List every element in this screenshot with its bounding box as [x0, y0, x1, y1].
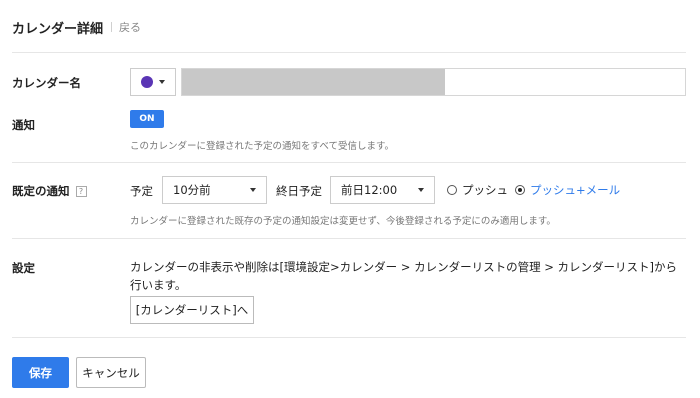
radio-push-mail[interactable]: プッシュ+メール	[515, 182, 620, 198]
back-link[interactable]: 戻る	[119, 19, 141, 35]
calendar-name-input[interactable]	[181, 68, 686, 96]
radio-push-mail-icon	[515, 185, 525, 195]
default-notification-text: 既定の通知	[12, 184, 70, 198]
page-title: カレンダー詳細	[12, 21, 104, 37]
notification-label: 通知	[12, 118, 35, 132]
header-divider	[111, 22, 113, 32]
calendar-name-label: カレンダー名	[12, 76, 81, 90]
divider	[12, 52, 686, 53]
radio-push-label: プッシュ	[462, 183, 508, 197]
allday-notice-value: 前日12:00	[341, 183, 398, 197]
radio-push[interactable]: プッシュ	[447, 182, 508, 198]
radio-push-icon	[447, 185, 457, 195]
default-notification-label: 既定の通知?	[12, 183, 87, 199]
color-picker-button[interactable]	[130, 68, 176, 96]
calendar-name-redacted	[182, 69, 445, 95]
color-swatch-icon	[141, 76, 153, 88]
calendar-list-button[interactable]: [カレンダーリスト]へ	[130, 296, 254, 324]
help-icon[interactable]: ?	[75, 186, 87, 197]
event-notice-value: 10分前	[173, 183, 211, 197]
divider	[12, 238, 686, 239]
caret-down-icon	[159, 80, 165, 84]
settings-description: カレンダーの非表示や削除は[環境設定>カレンダー > カレンダーリストの管理 >…	[130, 260, 677, 292]
divider	[12, 337, 686, 338]
cancel-button[interactable]: キャンセル	[76, 357, 146, 388]
allday-notice-select[interactable]: 前日12:00	[330, 176, 435, 204]
chevron-down-icon	[250, 188, 256, 192]
chevron-down-icon	[418, 188, 424, 192]
allday-notice-label: 終日予定	[276, 184, 322, 198]
radio-push-mail-label: プッシュ+メール	[530, 183, 621, 197]
default-notification-hint: カレンダーに登録された既存の予定の通知設定は変更せず、今後登録される予定にのみ適…	[130, 216, 556, 227]
divider	[12, 162, 686, 163]
page-header: カレンダー詳細 戻る	[12, 18, 141, 37]
notification-toggle[interactable]: ON	[130, 110, 164, 128]
event-notice-select[interactable]: 10分前	[162, 176, 267, 204]
settings-label: 設定	[12, 261, 35, 275]
notification-hint: このカレンダーに登録された予定の通知をすべて受信します。	[130, 141, 395, 152]
event-notice-label: 予定	[130, 184, 153, 198]
save-button[interactable]: 保存	[12, 357, 69, 388]
